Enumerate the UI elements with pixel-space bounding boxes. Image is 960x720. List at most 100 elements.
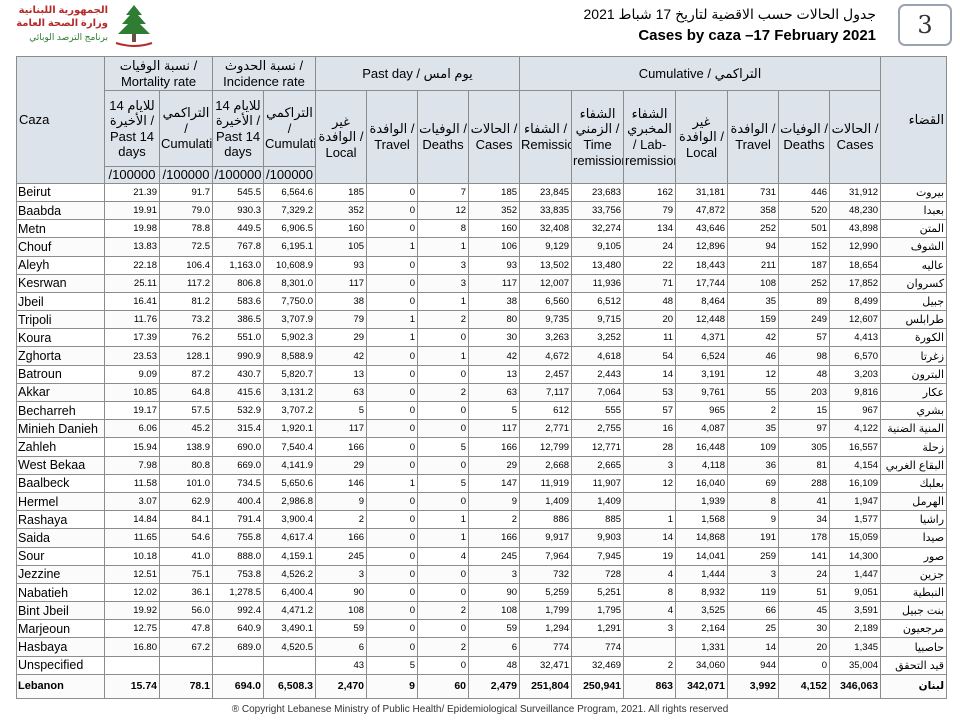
table-cell: 78.1 [158, 673, 214, 699]
table-cell: 5,251 [571, 582, 625, 603]
table-cell: 57.5 [158, 401, 214, 421]
table-cell: 4 [417, 546, 470, 566]
table-cell: 6.06 [104, 419, 160, 439]
table-cell: 4,152 [778, 673, 831, 699]
table-cell: 160 [468, 219, 521, 239]
table-cell: 4,122 [829, 419, 882, 439]
table-cell: 79.0 [158, 200, 214, 221]
table-cell: 109 [727, 437, 780, 457]
table-cell: 53 [623, 382, 677, 403]
table-cell: 9,816 [829, 382, 882, 403]
table-cell: 2 [417, 310, 470, 330]
table-cell: 0 [417, 419, 470, 439]
table-cell: 14 [727, 637, 780, 657]
table-row: Kesrwan 25.11 117.2 806.8 8,301.0 117 0 3 117 12,… [16, 273, 948, 293]
table-cell: 1,345 [829, 637, 882, 657]
caza-name: Zahleh [16, 437, 105, 457]
table-cell: 5,259 [519, 582, 573, 603]
table-cell: 25 [727, 619, 780, 639]
table-cell: 3 [727, 564, 780, 584]
table-cell: 1,939 [675, 491, 729, 512]
table-cell: 10,608.9 [263, 255, 317, 275]
table-row: Beirut 21.39 91.7 545.5 6,564.6 185 0 7 185 23,84… [16, 182, 948, 202]
table-cell: 108 [468, 601, 521, 621]
table-cell: 990.9 [212, 346, 265, 366]
table-cell: 734.5 [212, 473, 265, 493]
table-cell: 2,771 [519, 419, 573, 439]
table-cell: 14.84 [104, 510, 160, 530]
qada-name: النبطية [880, 582, 948, 603]
caza-name: Tripoli [16, 310, 105, 330]
table-cell: 9,051 [829, 582, 882, 603]
caza-name: Rashaya [16, 510, 105, 530]
table-cell: 46 [727, 346, 780, 366]
table-cell: 0 [366, 255, 419, 275]
table-row: Batroun 9.09 87.2 430.7 5,820.7 13 0 0 13 2,457 2,… [16, 364, 948, 384]
pastday-cases-header: الحالات / Cases [468, 90, 521, 184]
table-cell: 0 [417, 401, 470, 421]
table-cell: 4,520.5 [263, 637, 317, 657]
caza-name: Marjeoun [16, 619, 105, 639]
caza-name: Lebanon [16, 673, 105, 699]
caza-name: Akkar [16, 382, 105, 403]
table-cell: 252 [727, 219, 780, 239]
table-cell: 16 [623, 419, 677, 439]
table-cell: 10.85 [104, 382, 160, 403]
table-cell: 2,443 [571, 364, 625, 384]
table-cell: 32,408 [519, 219, 573, 239]
table-cell: 29 [468, 455, 521, 475]
table-cell: 3,131.2 [263, 382, 317, 403]
table-cell: 12,007 [519, 273, 573, 293]
cum-local-header: غير الوافدة / Local [675, 90, 729, 184]
table-cell: 3,900.4 [263, 510, 317, 530]
table-cell: 0 [366, 455, 419, 475]
mortality-cum-header: التراكمي / Cumulative [158, 90, 214, 168]
table-cell: 43,898 [829, 219, 882, 239]
table-cell: 0 [366, 219, 419, 239]
pastday-local-header: غير الوافدة / Local [315, 90, 368, 184]
table-cell: 2 [417, 382, 470, 403]
table-cell: 0 [366, 273, 419, 293]
page-number: 3 [898, 4, 952, 46]
table-cell: 0 [366, 601, 419, 621]
table-cell: 352 [468, 200, 521, 221]
qada-name: المنية الضنية [880, 419, 948, 439]
table-cell: 21.39 [104, 182, 160, 202]
table-cell: 9,715 [571, 310, 625, 330]
caza-name: Metn [16, 219, 105, 239]
table-row: Baalbeck 11.58 101.0 734.5 5,650.6 146 1 5 147 11… [16, 473, 948, 493]
table-row: Jezzine 12.51 75.1 753.8 4,526.2 3 0 0 3 732 728 4 1… [16, 564, 948, 584]
table-cell: 352 [315, 200, 368, 221]
table-cell: 0 [366, 364, 419, 384]
table-cell: 119 [727, 582, 780, 603]
table-cell: 3 [468, 564, 521, 584]
table-cell: 30 [468, 328, 521, 348]
table-cell: 2 [623, 655, 677, 675]
caza-name: Hasbaya [16, 637, 105, 657]
table-cell: 97 [778, 419, 831, 439]
table-cell: 128.1 [158, 346, 214, 366]
table-cell: 16,448 [675, 437, 729, 457]
logo-text-ministry: وزارة الصحة العامة [16, 18, 108, 29]
table-cell: 8,499 [829, 291, 882, 312]
table-cell: 33,756 [571, 200, 625, 221]
table-cell: 13,502 [519, 255, 573, 275]
table-cell: 90 [468, 582, 521, 603]
table-cell: 9,903 [571, 528, 625, 548]
table-cell: 5 [315, 401, 368, 421]
table-cell: 12,990 [829, 237, 882, 257]
table-cell: 728 [571, 564, 625, 584]
pastday-travel-header: الوافدة / Travel [366, 90, 419, 184]
qada-name: زحلة [880, 437, 948, 457]
table-cell: 0 [366, 582, 419, 603]
table-cell: 138.9 [158, 437, 214, 457]
logo-text-program: برنامج الترصد الوبائي [29, 32, 108, 42]
table-cell: 5 [366, 655, 419, 675]
table-cell: 1,409 [571, 491, 625, 512]
table-cell: 56.0 [158, 601, 214, 621]
table-cell: 5 [468, 401, 521, 421]
table-cell: 48,230 [829, 200, 882, 221]
table-cell: 11,907 [571, 473, 625, 493]
table-cell: 72.5 [158, 237, 214, 257]
table-cell: 0 [366, 491, 419, 512]
